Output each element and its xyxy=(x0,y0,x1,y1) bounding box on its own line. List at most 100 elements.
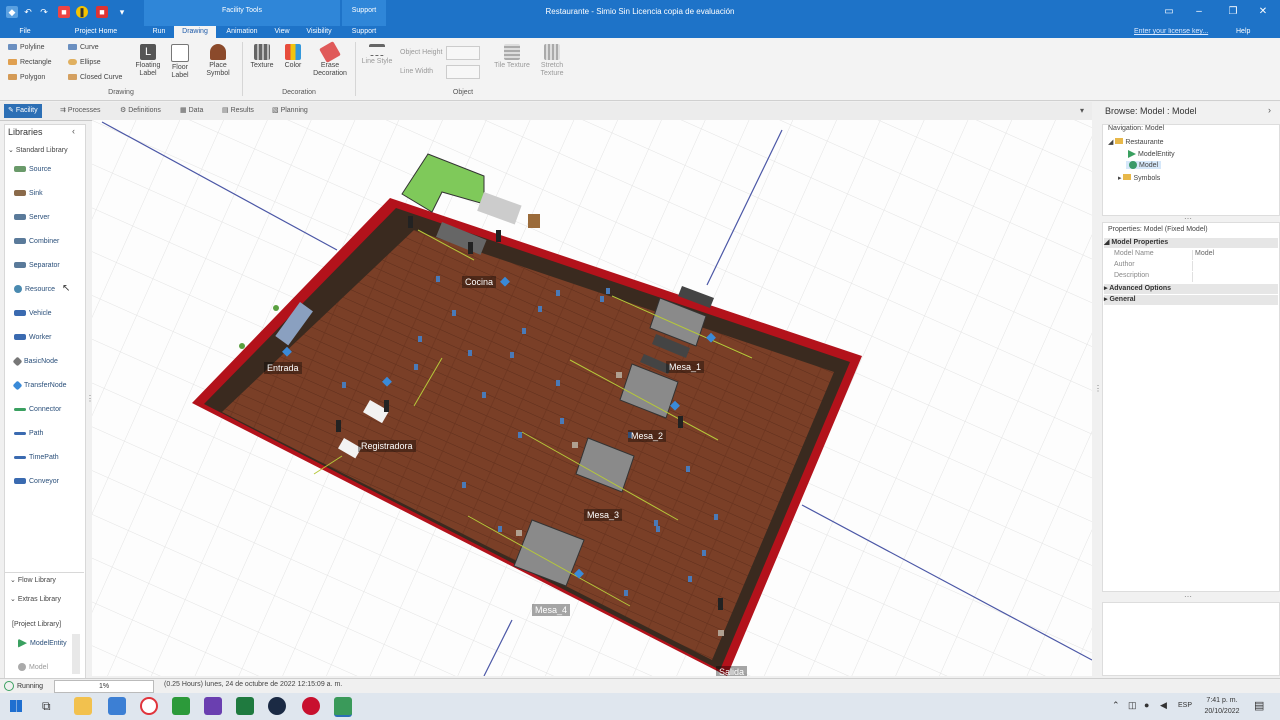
label-mesa-2[interactable]: Mesa_2 xyxy=(628,430,667,442)
floor-label-button[interactable]: Floor Label xyxy=(166,42,194,86)
advanced-options-header[interactable]: ▸ Advanced Options xyxy=(1104,284,1278,294)
tray-chevron-icon[interactable]: ⌃ xyxy=(1112,700,1120,711)
library-item-path[interactable]: Path xyxy=(14,424,43,444)
label-mesa-1[interactable]: Mesa_1 xyxy=(666,361,705,373)
line-style-button[interactable]: Line Style xyxy=(360,42,394,86)
tab-definitions[interactable]: ⚙ Definitions xyxy=(116,104,165,118)
excel-icon[interactable] xyxy=(236,697,254,715)
tree-item-model[interactable]: Model xyxy=(1126,161,1162,169)
erase-decoration-button[interactable]: Erase Decoration xyxy=(310,41,350,86)
library-item-timepath[interactable]: TimePath xyxy=(14,448,59,468)
library-item-worker[interactable]: Worker xyxy=(14,328,51,348)
save-icon[interactable]: ■ xyxy=(58,6,70,18)
tab-view[interactable]: View xyxy=(268,26,296,38)
network-icon[interactable]: ◫ xyxy=(1128,700,1137,711)
volume-icon[interactable]: ◀ xyxy=(1160,700,1167,711)
floating-label-button[interactable]: L Floating Label xyxy=(134,42,162,86)
simio-taskbar-icon[interactable] xyxy=(334,697,352,717)
tile-texture-button[interactable]: Tile Texture xyxy=(494,42,530,86)
tab-data[interactable]: ▦ Data xyxy=(176,104,207,118)
label-cocina[interactable]: Cocina xyxy=(462,276,497,288)
redo-icon[interactable]: ↷ xyxy=(38,6,50,18)
maximize-icon[interactable]: ❐ xyxy=(1226,5,1240,19)
standard-library-header[interactable]: ⌄ Standard Library xyxy=(8,146,68,154)
tab-processes[interactable]: ⇉ Processes xyxy=(56,104,105,118)
library-item-connector[interactable]: Connector xyxy=(14,400,61,420)
library-item-transfernode[interactable]: TransferNode xyxy=(12,376,67,396)
tab-results[interactable]: ▤ Results xyxy=(218,104,258,118)
clock[interactable]: 7:41 p. m. 20/10/2022 xyxy=(1200,695,1244,717)
microphone-icon[interactable]: ● xyxy=(1144,700,1149,710)
tab-drawing[interactable]: Drawing xyxy=(174,26,216,38)
tree-item-modelentity[interactable]: ModelEntity xyxy=(1128,150,1175,158)
windows-start-icon[interactable] xyxy=(10,700,22,712)
closed-curve-button[interactable]: Closed Curve xyxy=(68,74,122,81)
minimize-icon[interactable]: – xyxy=(1192,5,1206,19)
library-item-combiner[interactable]: Combiner xyxy=(14,232,59,252)
tab-visibility[interactable]: Visibility xyxy=(298,26,340,38)
app-icon-purple[interactable] xyxy=(204,697,222,715)
close-icon[interactable]: ✕ xyxy=(1256,5,1270,19)
model-name-value[interactable]: Model xyxy=(1192,250,1280,260)
splitter-grip[interactable]: ⋮ xyxy=(86,394,94,403)
collapse-panel-icon[interactable]: ‹ xyxy=(72,126,75,136)
tree-item-symbols[interactable]: ▸ Symbols xyxy=(1118,174,1160,182)
library-item-conveyor[interactable]: Conveyor xyxy=(14,472,59,492)
ellipse-button[interactable]: Ellipse xyxy=(68,59,101,66)
library-item-resource[interactable]: Resource xyxy=(14,280,55,300)
tab-facility[interactable]: ✎ Facility xyxy=(4,104,42,118)
library-item-sink[interactable]: Sink xyxy=(14,184,43,204)
description-value[interactable] xyxy=(1192,272,1279,282)
pause-icon[interactable]: ❚ xyxy=(76,6,88,18)
library-item-source[interactable]: Source xyxy=(14,160,51,180)
xbox-icon[interactable] xyxy=(172,697,190,715)
file-explorer-icon[interactable] xyxy=(74,697,92,715)
curve-button[interactable]: Curve xyxy=(68,44,99,51)
label-entrada[interactable]: Entrada xyxy=(264,362,302,374)
polygon-button[interactable]: Polygon xyxy=(8,74,45,81)
help-link[interactable]: Help xyxy=(1236,28,1250,35)
doc-tabs-dropdown-icon[interactable]: ▾ xyxy=(1080,106,1084,115)
general-header[interactable]: ▸ General xyxy=(1104,295,1278,305)
object-height-input[interactable] xyxy=(446,46,480,60)
tab-planning[interactable]: ▧ Planning xyxy=(268,104,312,118)
tab-run[interactable]: Run xyxy=(146,26,172,38)
project-item-modelentity[interactable]: ModelEntity xyxy=(18,634,67,654)
tab-project-home[interactable]: Project Home xyxy=(66,26,126,38)
ribbon-display-icon[interactable]: ▭ xyxy=(1162,5,1176,19)
tab-animation[interactable]: Animation xyxy=(218,26,266,38)
extras-library-header[interactable]: ⌄ Extras Library xyxy=(10,595,61,603)
line-width-input[interactable] xyxy=(446,65,480,79)
tab-support[interactable]: Support xyxy=(344,26,384,38)
library-item-vehicle[interactable]: Vehicle xyxy=(14,304,52,324)
label-mesa-3[interactable]: Mesa_3 xyxy=(584,509,623,521)
facility-canvas[interactable]: Cocina Entrada Registradora Mesa_1 Mesa_… xyxy=(92,120,1092,676)
library-item-separator[interactable]: Separator xyxy=(14,256,60,276)
rectangle-button[interactable]: Rectangle xyxy=(8,59,52,66)
app-icon-red[interactable] xyxy=(302,697,320,715)
notifications-icon[interactable]: ▤ xyxy=(1254,699,1264,712)
task-view-icon[interactable]: ⧉ xyxy=(42,699,51,714)
author-value[interactable] xyxy=(1192,261,1279,271)
texture-button[interactable]: Texture xyxy=(248,42,276,86)
tab-file[interactable]: File xyxy=(8,26,42,38)
flow-library-header[interactable]: ⌄ Flow Library xyxy=(10,576,56,584)
license-link[interactable]: Enter your license key... xyxy=(1134,28,1224,37)
stretch-texture-button[interactable]: Stretch Texture xyxy=(534,42,570,86)
undo-icon[interactable]: ↶ xyxy=(22,6,34,18)
project-library-scrollbar[interactable] xyxy=(72,634,80,674)
label-mesa-4[interactable]: Mesa_4 xyxy=(532,604,571,616)
label-salida[interactable]: Salida xyxy=(716,666,748,676)
color-button[interactable]: Color xyxy=(280,42,306,86)
label-registradora[interactable]: Registradora xyxy=(358,440,416,452)
stop-icon[interactable]: ■ xyxy=(96,6,108,18)
steam-icon[interactable] xyxy=(268,697,286,715)
tree-item-restaurante[interactable]: ◢ Restaurante xyxy=(1108,138,1163,146)
mail-icon[interactable] xyxy=(108,697,126,715)
splitter-grip[interactable]: ⋯ xyxy=(1184,592,1192,601)
opera-icon[interactable] xyxy=(140,697,158,715)
library-item-basicnode[interactable]: BasicNode xyxy=(12,352,58,372)
library-item-server[interactable]: Server xyxy=(14,208,50,228)
polyline-button[interactable]: Polyline xyxy=(8,44,45,51)
project-item-model[interactable]: Model xyxy=(18,658,48,678)
